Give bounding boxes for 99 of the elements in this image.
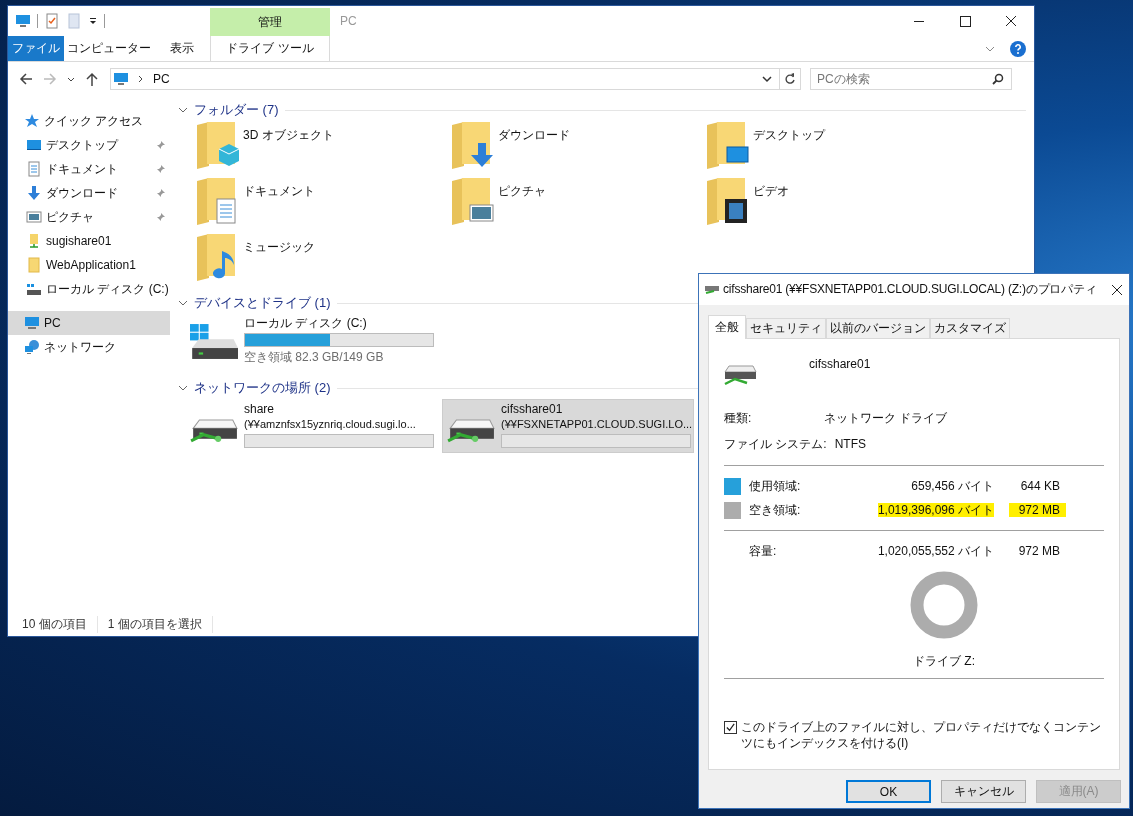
chevron-icon[interactable] xyxy=(178,105,188,115)
info-value: ネットワーク ドライブ xyxy=(824,409,948,427)
dialog-title: cifsshare01 (¥¥FSXNETAPP01.CLOUD.SUGI.LOCAL) (Z:)のプロパティ xyxy=(723,281,1098,298)
group-header[interactable]: デバイスとドライブ (1) xyxy=(194,294,331,312)
close-icon[interactable] xyxy=(1111,283,1123,296)
drive-icon xyxy=(26,281,42,297)
chevron-right-icon xyxy=(137,75,145,83)
drive-item[interactable]: ローカル ディスク (C:) 空き領域 82.3 GB/149 GB xyxy=(186,314,438,368)
ribbon-tab[interactable]: コンピューター xyxy=(64,36,154,61)
computer-icon xyxy=(113,71,129,87)
sidebar-item[interactable]: ピクチャ xyxy=(8,205,170,229)
checklist-icon[interactable] xyxy=(44,13,60,29)
help-icon[interactable] xyxy=(1010,40,1026,57)
status-text: 1 個の項目を選択 xyxy=(107,615,213,633)
drive-name: cifsshare01 xyxy=(501,402,564,417)
folder-download-icon[interactable] xyxy=(450,121,494,171)
group-header[interactable]: ネットワークの場所 (2) xyxy=(194,379,331,397)
sidebar-item[interactable]: デスクトップ xyxy=(8,133,170,157)
ribbon-tab[interactable]: ファイル xyxy=(8,36,64,61)
computer-icon[interactable] xyxy=(15,13,31,29)
tab[interactable]: カスタマイズ xyxy=(930,318,1010,338)
tab[interactable]: 全般 xyxy=(708,315,746,339)
tab[interactable]: セキュリティ xyxy=(746,318,826,338)
free-space-text: 空き領域 82.3 GB/149 GB xyxy=(244,349,385,366)
folder-name[interactable]: ドキュメント xyxy=(243,183,315,200)
download-arrow-icon xyxy=(26,185,42,201)
chevron-down-icon[interactable] xyxy=(761,73,773,85)
tab[interactable]: 以前のバージョン xyxy=(826,318,930,338)
back-arrow-icon[interactable] xyxy=(18,71,34,87)
network-icon xyxy=(24,339,40,355)
network-drive-icon xyxy=(447,418,495,444)
sidebar-item[interactable]: WebApplication1 xyxy=(8,253,170,277)
sidebar-item[interactable]: クイック アクセス xyxy=(8,109,170,133)
size-value: 972 MB xyxy=(1017,544,1061,558)
context-group-header: 管理 xyxy=(210,8,330,36)
network-drive-icon xyxy=(190,418,238,444)
group-header[interactable]: フォルダー (7) xyxy=(194,101,279,119)
sidebar-item[interactable]: ローカル ディスク (C:) xyxy=(8,277,170,301)
size-value: 644 KB xyxy=(1019,479,1061,493)
network-drive-icon xyxy=(724,365,757,386)
capacity-label: 容量: xyxy=(749,542,778,560)
folder-icon xyxy=(26,257,42,273)
drive-path: (¥¥FSXNETAPP01.CLOUD.SUGI.LO... xyxy=(501,417,691,432)
address-text: PC xyxy=(153,72,170,86)
drive-name: ローカル ディスク (C:) xyxy=(244,316,368,331)
dialog-button[interactable]: OK xyxy=(846,780,931,803)
drive-label: ドライブ Z: xyxy=(913,653,975,670)
computer-icon xyxy=(24,315,40,331)
bytes-value: 659,456 バイト xyxy=(911,478,994,493)
info-label: ファイル システム: xyxy=(724,435,827,453)
sidebar-item[interactable]: ネットワーク xyxy=(8,335,170,359)
star-icon xyxy=(24,113,40,129)
usage-ring-drawing xyxy=(910,571,978,639)
drive-item[interactable]: share (¥¥amznfsx15yznriq.cloud.sugi.lo... xyxy=(186,399,438,453)
bytes-value: 1,019,396,096 バイト xyxy=(877,502,994,517)
drive-item[interactable]: cifsshare01 (¥¥FSXNETAPP01.CLOUD.SUGI.LO... xyxy=(442,399,694,453)
address-bar[interactable]: PC xyxy=(110,68,780,90)
windows-drive-icon xyxy=(190,323,238,359)
desktop-icon xyxy=(26,137,42,153)
search-icon[interactable] xyxy=(992,73,1004,85)
usage-label: 空き領域: xyxy=(749,501,802,519)
dialog-button[interactable]: キャンセル xyxy=(941,780,1026,803)
folder-video-icon[interactable] xyxy=(705,177,749,227)
folder-name[interactable]: ビデオ xyxy=(753,183,789,200)
drive-name: share xyxy=(244,402,276,417)
picture-icon xyxy=(26,209,42,225)
sidebar-item[interactable]: ドキュメント xyxy=(8,157,170,181)
drive-name: cifsshare01 xyxy=(809,357,871,371)
folder-name[interactable]: 3D オブジェクト xyxy=(243,127,334,144)
refresh-button[interactable] xyxy=(779,68,801,90)
window-title: PC xyxy=(339,13,358,30)
usage-label: 使用領域: xyxy=(749,477,802,495)
sidebar-item[interactable]: sugishare01 xyxy=(8,229,170,253)
sidebar-item[interactable]: ダウンロード xyxy=(8,181,170,205)
checkbox[interactable] xyxy=(724,721,737,734)
info-label: 種類: xyxy=(724,409,753,427)
status-text: 10 個の項目 xyxy=(22,615,98,633)
bytes-value: 1,020,055,552 バイト xyxy=(877,543,994,558)
document-icon xyxy=(26,161,42,177)
folder-name[interactable]: ダウンロード xyxy=(498,127,570,144)
folder-name[interactable]: デスクトップ xyxy=(753,127,825,144)
drive-path: (¥¥amznfsx15yznriq.cloud.sugi.lo... xyxy=(244,417,417,432)
chevron-icon[interactable] xyxy=(178,383,188,393)
folder-name[interactable]: ミュージック xyxy=(243,239,315,256)
up-arrow-icon[interactable] xyxy=(84,71,100,87)
info-value: NTFS xyxy=(834,437,866,451)
ribbon-tab[interactable]: ドライブ ツール xyxy=(210,36,330,61)
network-drive-icon xyxy=(705,285,719,294)
ribbon-tab[interactable]: 表示 xyxy=(154,36,210,61)
refresh-icon xyxy=(784,73,796,85)
sidebar-item[interactable]: PC xyxy=(8,311,170,335)
folder-name[interactable]: ピクチャ xyxy=(498,183,546,200)
chevron-icon[interactable] xyxy=(178,298,188,308)
size-value: 972 MB xyxy=(1008,503,1066,517)
search-field[interactable]: PCの検索 xyxy=(810,68,1012,90)
folder-desktop-icon[interactable] xyxy=(705,121,749,171)
checkbox-label[interactable]: このドライブ上のファイルに対し、プロパティだけでなくコンテンツにもインデックスを付ける(I) xyxy=(741,719,1104,751)
dropdown-icon[interactable] xyxy=(88,16,98,26)
folder-picture-icon[interactable] xyxy=(450,177,494,227)
